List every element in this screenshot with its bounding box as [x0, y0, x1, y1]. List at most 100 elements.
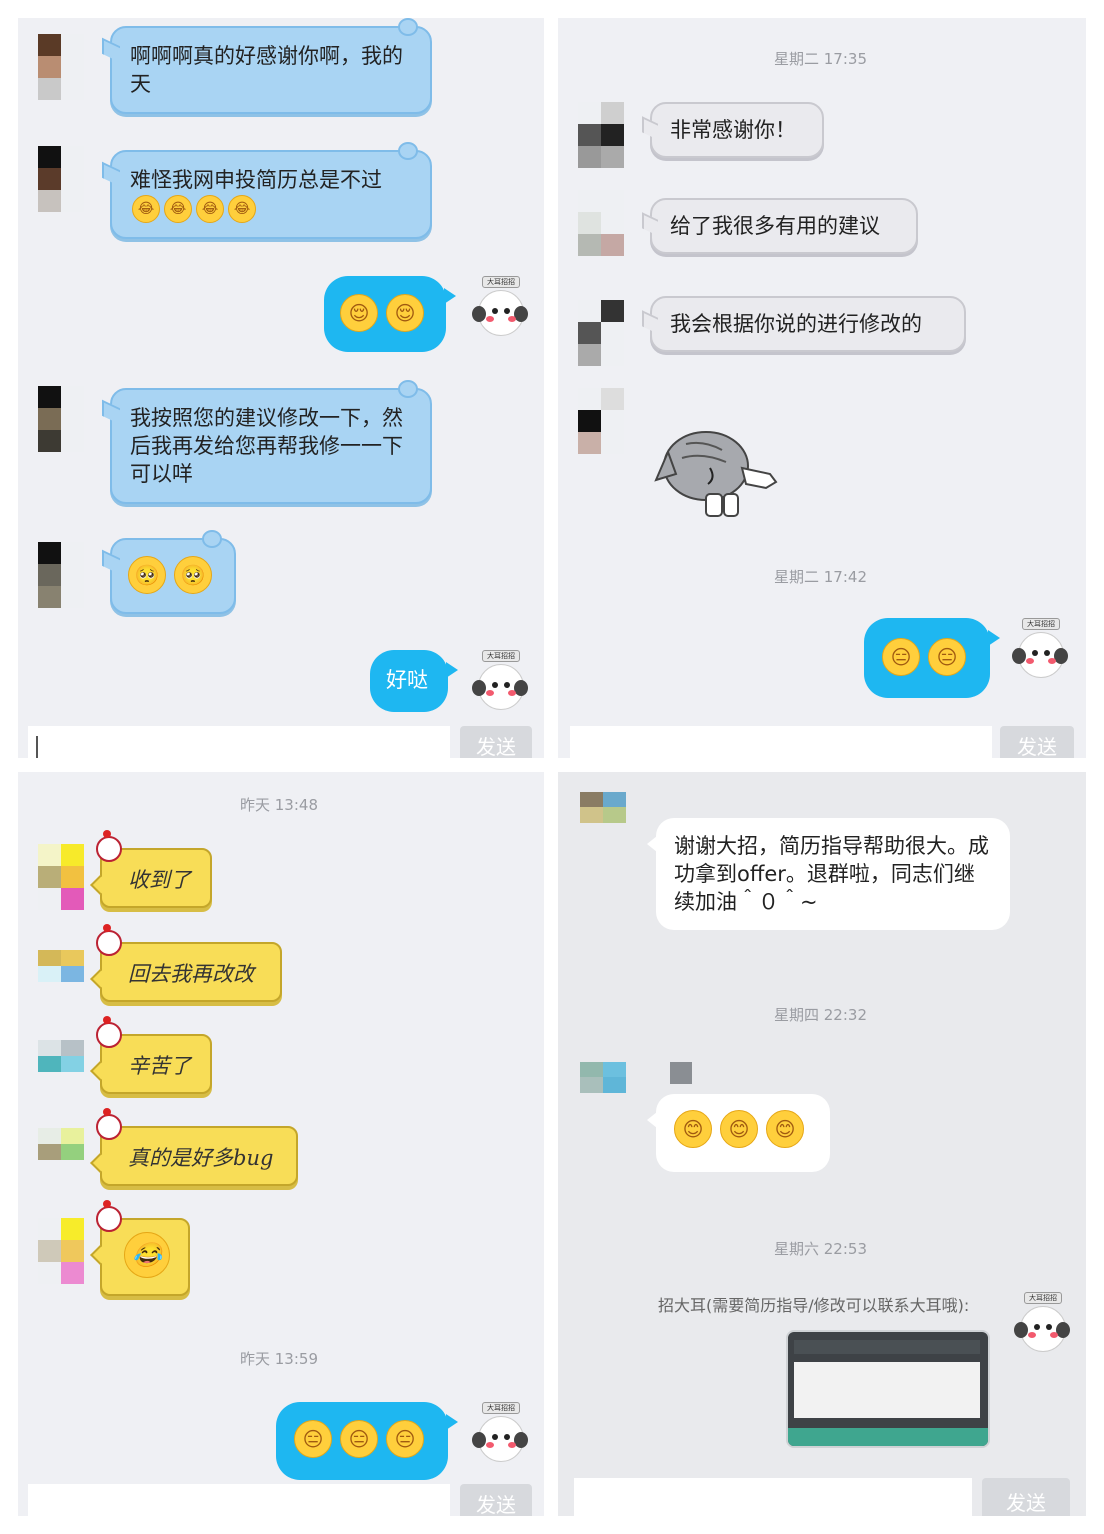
sent-message-bubble[interactable]: 好哒 — [370, 650, 458, 712]
image-table-header — [794, 1340, 980, 1354]
avatar-small — [670, 1062, 692, 1084]
cat-sticker[interactable] — [646, 422, 786, 522]
timestamp: 星期四 22:32 — [774, 1006, 867, 1024]
mascot-tag: 大耳招招 — [1022, 618, 1060, 630]
send-button[interactable]: 发送 — [982, 1478, 1070, 1516]
sent-message-bubble[interactable]: 😌 😌 — [324, 276, 456, 352]
emoji-row: 😂 😂 😂 😂 — [130, 194, 412, 223]
timestamp: 昨天 13:48 — [240, 796, 318, 814]
mascot-avatar[interactable]: 大耳招招 — [472, 1402, 528, 1468]
mascot-tag: 大耳招招 — [482, 276, 520, 288]
message-bubble[interactable]: 难怪我网申投简历总是不过 😂 😂 😂 😂 — [110, 142, 432, 239]
message-text: 好哒 — [386, 668, 428, 692]
message-text: 非常感谢你！ — [670, 118, 796, 142]
image-table-footer — [788, 1428, 988, 1446]
mascot-avatar[interactable]: 大耳招招 — [472, 650, 528, 716]
message-text: 回去我再改改 — [128, 962, 254, 986]
mascot-avatar[interactable]: 大耳招招 — [1012, 618, 1068, 684]
avatar[interactable] — [38, 542, 84, 608]
send-button[interactable]: 发送 — [460, 726, 532, 758]
chat-panel-3: 昨天 13:48 收到了 回去我再改改 辛苦了 真的是好多bug 😂 昨天 13… — [18, 772, 544, 1516]
avatar[interactable] — [38, 950, 84, 998]
message-bubble[interactable]: 回去我再改改 — [96, 924, 282, 1002]
avatar[interactable] — [38, 146, 84, 212]
avatar[interactable] — [578, 388, 624, 454]
avatar[interactable] — [38, 1040, 84, 1088]
pleading-emoji: 🥺 — [174, 556, 212, 594]
avatar[interactable] — [578, 102, 624, 168]
avatar[interactable] — [38, 844, 84, 910]
expressionless-emoji: 😑 — [386, 1420, 424, 1458]
avatar[interactable] — [38, 1128, 84, 1176]
text-cursor — [36, 736, 38, 758]
expressionless-emoji: 😑 — [340, 1420, 378, 1458]
message-text: 我按照您的建议修改一下，然后我再发给您再帮我修一一下可以咩 — [130, 406, 403, 486]
timestamp: 昨天 13:59 — [240, 1350, 318, 1368]
avatar[interactable] — [38, 1218, 84, 1284]
message-input[interactable] — [28, 1484, 450, 1516]
message-text: 收到了 — [128, 868, 191, 892]
mascot-tag: 大耳招招 — [1024, 1292, 1062, 1304]
avatar[interactable] — [38, 34, 84, 100]
avatar[interactable] — [580, 792, 626, 838]
sent-message-bubble[interactable]: 😑 😑 — [864, 618, 1000, 698]
message-bubble[interactable]: 真的是好多bug — [96, 1108, 298, 1186]
mascot-avatar[interactable]: 大耳招招 — [472, 276, 528, 342]
expressionless-emoji: 😑 — [294, 1420, 332, 1458]
sender-name: 招大耳(需要简历指导/修改可以联系大耳哦): — [658, 1296, 970, 1315]
image-message[interactable] — [786, 1330, 990, 1448]
timestamp: 星期二 17:42 — [774, 568, 867, 586]
timestamp: 星期六 22:53 — [774, 1240, 867, 1258]
smiling-emoji: 😊 — [674, 1110, 712, 1148]
message-bubble[interactable]: 啊啊啊真的好感谢你啊，我的天 — [110, 18, 432, 114]
message-bubble[interactable]: 谢谢大招，简历指导帮助很大。成功拿到offer。退群啦，同志们继续加油＾０＾~ — [647, 818, 1010, 930]
mascot-tag: 大耳招招 — [482, 1402, 520, 1414]
expressionless-emoji: 😑 — [928, 638, 966, 676]
message-text: 啊啊啊真的好感谢你啊，我的天 — [130, 44, 403, 96]
message-input[interactable] — [570, 726, 992, 758]
message-input[interactable] — [574, 1478, 972, 1516]
message-bubble[interactable]: 😊 😊 😊 — [647, 1094, 830, 1172]
mascot-avatar[interactable]: 大耳招招 — [1014, 1292, 1070, 1358]
expressionless-emoji: 😑 — [882, 638, 920, 676]
message-text: 难怪我网申投简历总是不过 — [130, 168, 382, 192]
chicken-icon — [96, 924, 122, 956]
message-input[interactable] — [28, 726, 450, 758]
chat-panel-2: 星期二 17:35 非常感谢你！ 给了我很多有用的建议 我会根据你说的进行修改的 — [558, 18, 1086, 758]
chicken-icon — [96, 1200, 122, 1232]
message-bubble[interactable]: 给了我很多有用的建议 — [650, 198, 918, 254]
chicken-icon — [96, 830, 122, 862]
pleading-emoji: 🥺 — [128, 556, 166, 594]
message-bubble[interactable]: 我按照您的建议修改一下，然后我再发给您再帮我修一一下可以咩 — [110, 380, 432, 504]
smiling-emoji: 😊 — [766, 1110, 804, 1148]
relieved-emoji: 😌 — [386, 294, 424, 332]
send-button[interactable]: 发送 — [1000, 726, 1074, 758]
message-bubble[interactable]: 收到了 — [96, 830, 212, 908]
send-button[interactable]: 发送 — [460, 1484, 532, 1516]
message-text: 我会根据你说的进行修改的 — [670, 312, 922, 336]
chat-panel-1: 啊啊啊真的好感谢你啊，我的天 难怪我网申投简历总是不过 😂 😂 😂 😂 😌 😌 大耳招招… — [18, 18, 544, 758]
image-table-body — [794, 1362, 980, 1418]
sent-message-bubble[interactable]: 😑 😑 😑 — [276, 1402, 458, 1480]
relieved-emoji: 😌 — [340, 294, 378, 332]
mascot-tag: 大耳招招 — [482, 650, 520, 662]
timestamp: 星期二 17:35 — [774, 50, 867, 68]
chat-panel-4: 谢谢大招，简历指导帮助很大。成功拿到offer。退群啦，同志们继续加油＾０＾~ … — [558, 772, 1086, 1516]
laughing-crying-emoji: 😂 — [124, 1232, 170, 1278]
avatar[interactable] — [578, 300, 624, 366]
message-bubble[interactable]: 非常感谢你！ — [650, 102, 824, 158]
message-bubble[interactable]: 我会根据你说的进行修改的 — [650, 296, 966, 352]
chicken-icon — [96, 1016, 122, 1048]
avatar[interactable] — [578, 190, 624, 256]
message-text: 给了我很多有用的建议 — [670, 214, 880, 238]
message-text: 辛苦了 — [128, 1054, 191, 1078]
laughing-crying-emoji: 😂 — [228, 195, 256, 223]
laughing-crying-emoji: 😂 — [132, 195, 160, 223]
message-text: 谢谢大招，简历指导帮助很大。成功拿到offer。退群啦，同志们继续加油＾０＾~ — [674, 834, 989, 914]
message-bubble[interactable]: 辛苦了 — [96, 1016, 212, 1094]
avatar[interactable] — [38, 386, 84, 452]
avatar[interactable] — [580, 1062, 626, 1108]
chicken-icon — [96, 1108, 122, 1140]
message-bubble[interactable]: 😂 — [96, 1200, 190, 1296]
message-bubble[interactable]: 🥺 🥺 — [110, 530, 236, 614]
